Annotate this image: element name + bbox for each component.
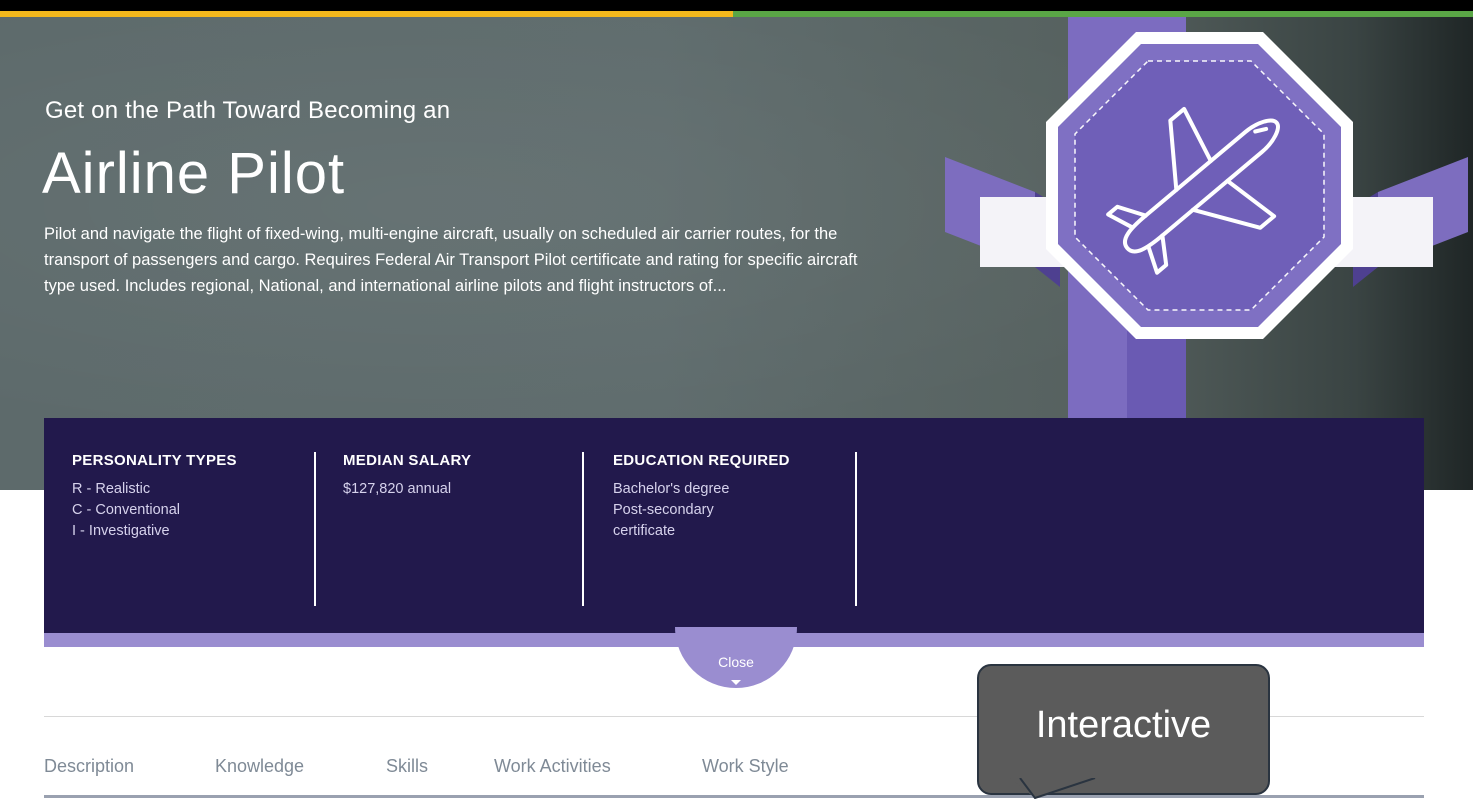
personality-type-item: C - Conventional xyxy=(72,502,180,518)
personality-types-heading: PERSONALITY TYPES xyxy=(72,452,237,469)
personality-type-item: R - Realistic xyxy=(72,481,151,497)
personality-type-item: I - Investigative xyxy=(72,523,170,539)
tab-work-style[interactable]: Work Style xyxy=(702,756,789,777)
close-button[interactable]: Close xyxy=(675,627,797,688)
tab-description[interactable]: Description xyxy=(44,756,134,777)
education-item: certificate xyxy=(613,523,676,539)
education-required-heading: EDUCATION REQUIRED xyxy=(613,452,790,469)
caret-down-icon xyxy=(731,680,741,685)
tab-skills[interactable]: Skills xyxy=(386,756,428,777)
education-item: Post-secondary xyxy=(613,502,714,518)
median-salary-heading: MEDIAN SALARY xyxy=(343,452,472,469)
callout-text: Interactive xyxy=(1035,704,1212,746)
close-button-label: Close xyxy=(718,654,754,670)
column-divider xyxy=(582,452,584,606)
page-title: Airline Pilot xyxy=(42,141,346,206)
annotation-callout: Interactive xyxy=(977,664,1270,795)
hero-subtitle: Get on the Path Toward Becoming an xyxy=(45,97,451,124)
column-divider xyxy=(855,452,857,606)
tabs-bottom-divider xyxy=(44,795,1424,798)
tab-work-activities[interactable]: Work Activities xyxy=(494,756,611,777)
education-item: Bachelor's degree xyxy=(613,481,730,497)
personality-types-column: PERSONALITY TYPES R - Realistic C - Conv… xyxy=(72,452,237,542)
education-required-column: EDUCATION REQUIRED Bachelor's degree Pos… xyxy=(613,452,790,542)
career-description: Pilot and navigate the flight of fixed-w… xyxy=(44,225,858,295)
tab-knowledge[interactable]: Knowledge xyxy=(215,756,304,777)
median-salary-column: MEDIAN SALARY $127,820 annual xyxy=(343,452,471,500)
column-divider xyxy=(314,452,316,606)
top-color-stripe xyxy=(0,0,1473,17)
median-salary-value: $127,820 annual xyxy=(343,481,452,497)
callout-pointer xyxy=(1010,778,1096,799)
